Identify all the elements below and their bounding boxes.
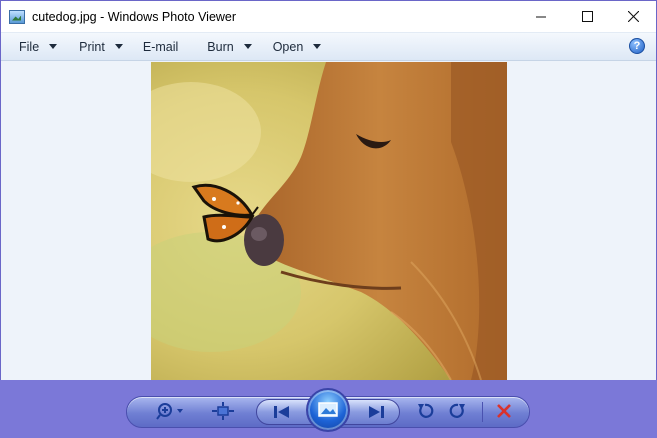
- title-bar[interactable]: cutedog.jpg - Windows Photo Viewer: [1, 1, 656, 32]
- previous-button[interactable]: [266, 401, 296, 423]
- rotate-counterclockwise-button[interactable]: [413, 400, 437, 422]
- photo-dog-butterfly: [151, 62, 507, 380]
- rotate-clockwise-button[interactable]: [446, 400, 470, 422]
- minimize-button[interactable]: [518, 1, 564, 32]
- next-icon: [369, 406, 384, 418]
- close-button[interactable]: [610, 1, 656, 32]
- zoom-icon: [156, 403, 183, 420]
- menu-bar: File Print E-mail Burn Open ?: [1, 32, 656, 61]
- delete-icon: [497, 404, 511, 418]
- image-viewer-area: [1, 62, 656, 380]
- actual-size-button[interactable]: [210, 400, 236, 422]
- slideshow-button[interactable]: [306, 388, 350, 432]
- photo-viewer-window: cutedog.jpg - Windows Photo Viewer File …: [0, 0, 657, 438]
- maximize-icon: [581, 11, 593, 22]
- menu-email-label: E-mail: [142, 39, 179, 54]
- delete-button[interactable]: [493, 400, 515, 422]
- close-icon: [627, 11, 639, 22]
- menu-file[interactable]: File: [19, 33, 58, 60]
- menu-print-label: Print: [79, 39, 105, 54]
- caption-buttons: [518, 1, 656, 32]
- bottom-toolbar: [0, 380, 657, 438]
- menu-open[interactable]: Open: [273, 33, 322, 60]
- rotate-counterclockwise-icon: [418, 403, 434, 418]
- next-button[interactable]: [362, 401, 392, 423]
- minimize-icon: [536, 16, 546, 17]
- chevron-down-icon: [114, 44, 123, 49]
- toolbar-divider: [482, 402, 483, 422]
- menu-print[interactable]: Print: [79, 33, 123, 60]
- maximize-button[interactable]: [564, 1, 610, 32]
- chevron-down-icon: [313, 44, 322, 49]
- actual-size-icon: [212, 402, 234, 420]
- zoom-button[interactable]: [154, 400, 186, 422]
- menu-burn-label: Burn: [207, 39, 234, 54]
- menu-burn[interactable]: Burn: [207, 33, 252, 60]
- chevron-down-icon: [49, 44, 58, 49]
- menu-file-label: File: [19, 39, 40, 54]
- menu-email[interactable]: E-mail: [143, 33, 178, 60]
- help-icon[interactable]: ?: [629, 38, 645, 54]
- slideshow-icon: [318, 402, 338, 417]
- rotate-clockwise-icon: [449, 403, 465, 418]
- menu-open-label: Open: [272, 39, 304, 54]
- previous-icon: [274, 406, 289, 418]
- photo-viewer-app-icon[interactable]: [9, 9, 25, 24]
- chevron-down-icon: [243, 44, 252, 49]
- window-title: cutedog.jpg - Windows Photo Viewer: [32, 9, 237, 24]
